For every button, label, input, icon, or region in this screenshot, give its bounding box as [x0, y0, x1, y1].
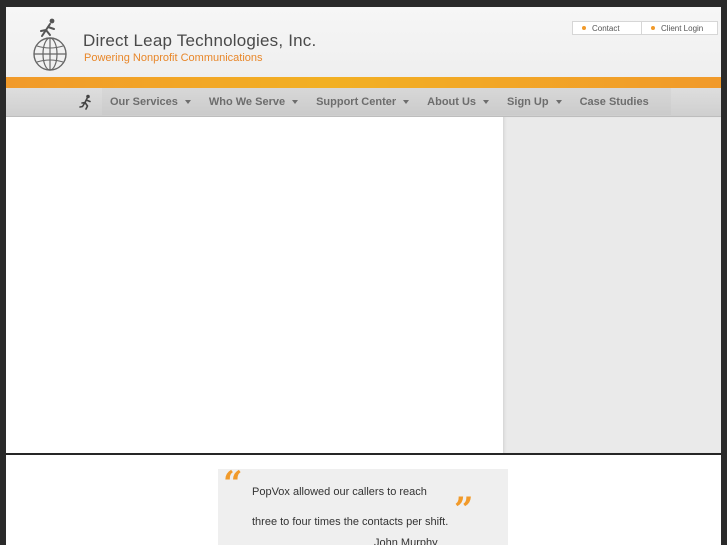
close-quote-icon: ” — [454, 490, 474, 530]
window-frame-top — [0, 0, 727, 7]
bullet-dot-icon — [651, 26, 655, 30]
testimonial-line-2: three to four times the contacts per shi… — [252, 516, 449, 528]
nav-item-support-center[interactable]: Support Center — [316, 95, 410, 108]
window-frame-right — [721, 0, 727, 545]
nav-item-label: Our Services — [110, 95, 178, 108]
nav-item-label: About Us — [427, 95, 477, 108]
client-login-link-label: Client Login — [661, 23, 704, 33]
chevron-down-icon — [555, 99, 562, 104]
nav-item-who-we-serve[interactable]: Who We Serve — [208, 95, 299, 108]
nav-item-case-studies[interactable]: Case Studies — [580, 96, 649, 108]
runner-home-icon[interactable] — [78, 94, 94, 110]
brand-tagline: Powering Nonprofit Communications — [84, 52, 263, 64]
testimonial-box: “ PopVox allowed our callers to reach th… — [218, 464, 508, 545]
top-links: Contact Client Login — [572, 21, 718, 35]
site-header: Direct Leap Technologies, Inc. Powering … — [6, 7, 721, 77]
brand-name: Direct Leap Technologies, Inc. — [83, 31, 317, 50]
nav-item-sign-up[interactable]: Sign Up — [507, 96, 562, 108]
orange-accent-stripe — [6, 77, 721, 88]
chevron-down-icon — [292, 99, 299, 104]
main-content-area — [6, 117, 503, 453]
bullet-dot-icon — [582, 26, 586, 30]
open-quote-icon: “ — [223, 464, 243, 504]
nav-item-our-services[interactable]: Our Services — [110, 96, 191, 108]
nav-item-about-us[interactable]: About Us — [427, 95, 490, 108]
nav-item-label: Who We Serve — [208, 95, 286, 108]
page: Direct Leap Technologies, Inc. Powering … — [6, 7, 721, 545]
nav-item-label: Support Center — [316, 95, 397, 108]
nav-items: Our Services Who We Serve Support Center… — [102, 88, 671, 115]
chevron-down-icon — [483, 99, 490, 104]
nav-item-label: Case Studies — [579, 95, 649, 108]
chevron-down-icon — [403, 99, 410, 104]
testimonial-author: John Murphy — [374, 537, 438, 545]
chevron-down-icon — [184, 99, 191, 104]
nav-item-label: Sign Up — [507, 95, 549, 108]
contact-link[interactable]: Contact — [572, 21, 642, 35]
main-navigation: Our Services Who We Serve Support Center… — [6, 88, 721, 117]
testimonial-section: “ PopVox allowed our callers to reach th… — [6, 455, 721, 545]
globe-runner-logo-icon[interactable] — [30, 17, 70, 73]
client-login-link[interactable]: Client Login — [642, 21, 718, 35]
contact-link-label: Contact — [592, 23, 620, 33]
testimonial-line-1: PopVox allowed our callers to reach — [252, 486, 427, 498]
sidebar-area — [503, 117, 721, 453]
